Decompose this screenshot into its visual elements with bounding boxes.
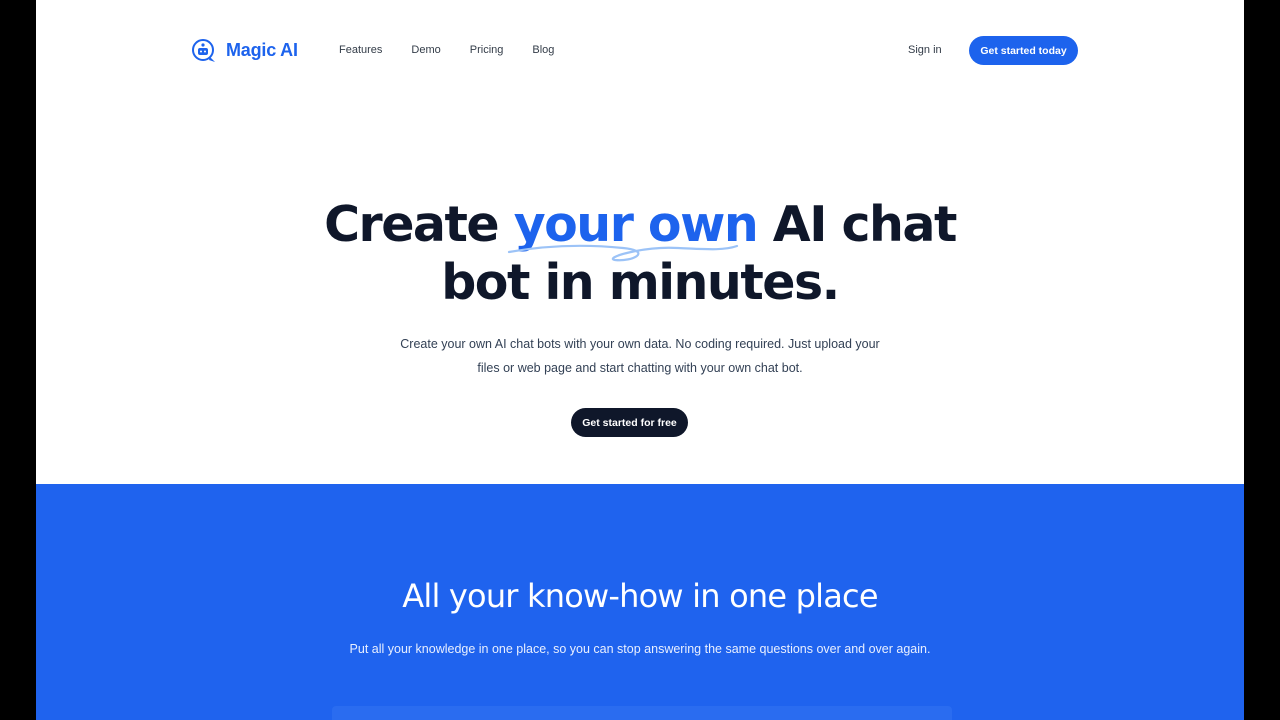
- nav-link-features[interactable]: Features: [339, 43, 382, 57]
- features-subtitle: Put all your knowledge in one place, so …: [349, 642, 931, 656]
- get-started-today-button[interactable]: Get started today: [969, 36, 1078, 65]
- sign-in-link[interactable]: Sign in: [908, 43, 942, 57]
- app-preview-edge: [332, 706, 952, 720]
- hero-title-suffix: AI chat: [757, 196, 958, 253]
- landing-page: Magic AI Features Demo Pricing Blog Sign…: [36, 0, 1244, 720]
- nav-link-pricing[interactable]: Pricing: [470, 43, 504, 57]
- features-section: All your know-how in one place Put all y…: [36, 484, 1244, 720]
- get-started-free-button[interactable]: Get started for free: [571, 408, 688, 437]
- site-header: Magic AI Features Demo Pricing Blog Sign…: [36, 0, 1244, 100]
- chat-bubble-robot-icon: [192, 39, 215, 62]
- hero-title-highlight: your own: [513, 196, 759, 253]
- hero-title: Create your own AI chat bot in minutes.: [36, 196, 1244, 312]
- features-title: All your know-how in one place: [402, 577, 878, 615]
- main-nav: Features Demo Pricing Blog: [339, 43, 583, 57]
- nav-link-blog[interactable]: Blog: [532, 43, 554, 57]
- hero-title-line2: bot in minutes.: [441, 254, 840, 311]
- hero-subtitle: Create your own AI chat bots with your o…: [400, 337, 880, 375]
- brand-name: Magic AI: [226, 39, 298, 60]
- brand-logo-link[interactable]: Magic AI: [190, 36, 298, 64]
- hero-title-prefix: Create: [324, 196, 514, 253]
- nav-link-demo[interactable]: Demo: [411, 43, 440, 57]
